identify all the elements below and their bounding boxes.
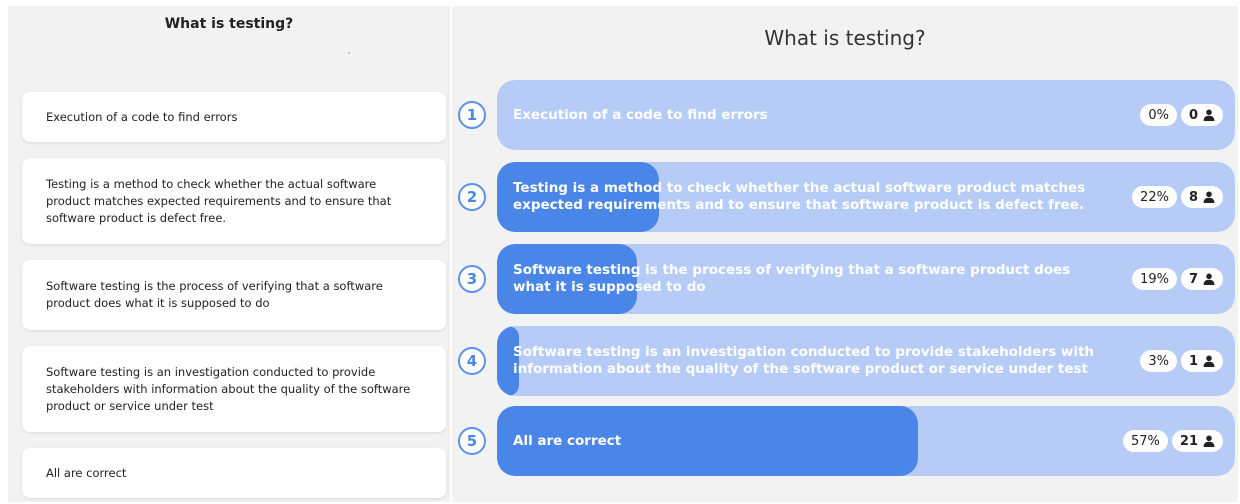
option-number-badge: 1 (458, 101, 486, 129)
user-icon (1203, 109, 1215, 121)
option-text: Software testing is the process of verif… (513, 262, 1071, 295)
percent-pill: 57% (1123, 430, 1168, 452)
result-bar: Software testing is the process of verif… (497, 244, 1235, 314)
answer-card-text: All are correct (46, 465, 127, 480)
answer-card-text: Software testing is the process of verif… (46, 279, 383, 310)
option-number-badge: 3 (458, 265, 486, 293)
vote-count: 8 (1188, 189, 1198, 205)
option-text: All are correct (513, 432, 622, 449)
question-panel: What is testing? Execution of a code to … (8, 6, 450, 502)
result-option-5[interactable]: 5 All are correct 57% 21 (452, 406, 1238, 476)
vote-count: 7 (1188, 271, 1198, 287)
option-text: Software testing is an investigation con… (513, 344, 1095, 377)
answer-card-2[interactable]: Testing is a method to check whether the… (22, 158, 446, 244)
result-option-4[interactable]: 4 Software testing is an investigation c… (452, 326, 1238, 396)
result-bar: Execution of a code to find errors 0% 0 (497, 80, 1235, 150)
answer-card-1[interactable]: Execution of a code to find errors (22, 92, 446, 142)
user-icon (1203, 273, 1215, 285)
option-stats: 0% 0 (1140, 104, 1223, 126)
option-stats: 19% 7 (1132, 268, 1223, 290)
count-pill: 8 (1180, 186, 1223, 208)
answer-card-4[interactable]: Software testing is an investigation con… (22, 346, 446, 432)
count-pill: 0 (1180, 104, 1223, 126)
result-bar: All are correct 57% 21 (497, 406, 1235, 476)
results-title: What is testing? (764, 26, 926, 50)
decorative-dot (348, 52, 350, 54)
count-pill: 7 (1180, 268, 1223, 290)
user-icon (1203, 191, 1215, 203)
count-pill: 1 (1180, 350, 1223, 372)
user-icon (1203, 435, 1215, 447)
result-option-2[interactable]: 2 Testing is a method to check whether t… (452, 162, 1238, 232)
user-icon (1203, 355, 1215, 367)
percent-pill: 19% (1132, 268, 1177, 290)
result-bar: Testing is a method to check whether the… (497, 162, 1235, 232)
option-stats: 57% 21 (1123, 430, 1223, 452)
vote-count: 0 (1188, 107, 1198, 123)
option-number-badge: 2 (458, 183, 486, 211)
vote-count: 1 (1188, 353, 1198, 369)
percent-pill: 0% (1140, 104, 1177, 126)
count-pill: 21 (1171, 430, 1223, 452)
answer-card-5[interactable]: All are correct (22, 448, 446, 498)
option-text: Execution of a code to find errors (513, 106, 768, 123)
answer-card-3[interactable]: Software testing is the process of verif… (22, 260, 446, 330)
answer-card-text: Software testing is an investigation con… (46, 364, 411, 413)
vote-count: 21 (1179, 433, 1198, 449)
answer-card-text: Execution of a code to find errors (46, 109, 238, 124)
option-number-badge: 4 (458, 347, 486, 375)
answer-card-text: Testing is a method to check whether the… (46, 176, 392, 225)
percent-pill: 3% (1140, 350, 1177, 372)
option-stats: 22% 8 (1132, 186, 1223, 208)
question-title: What is testing? (164, 16, 294, 32)
option-stats: 3% 1 (1140, 350, 1223, 372)
result-bar: Software testing is an investigation con… (497, 326, 1235, 396)
percent-pill: 22% (1132, 186, 1177, 208)
poll-results-app: What is testing? Execution of a code to … (0, 0, 1240, 504)
option-text: Testing is a method to check whether the… (513, 180, 1086, 213)
results-panel: What is testing? 1 Execution of a code t… (452, 6, 1238, 502)
result-option-1[interactable]: 1 Execution of a code to find errors 0% … (452, 80, 1238, 150)
result-option-3[interactable]: 3 Software testing is the process of ver… (452, 244, 1238, 314)
option-number-badge: 5 (458, 427, 486, 455)
